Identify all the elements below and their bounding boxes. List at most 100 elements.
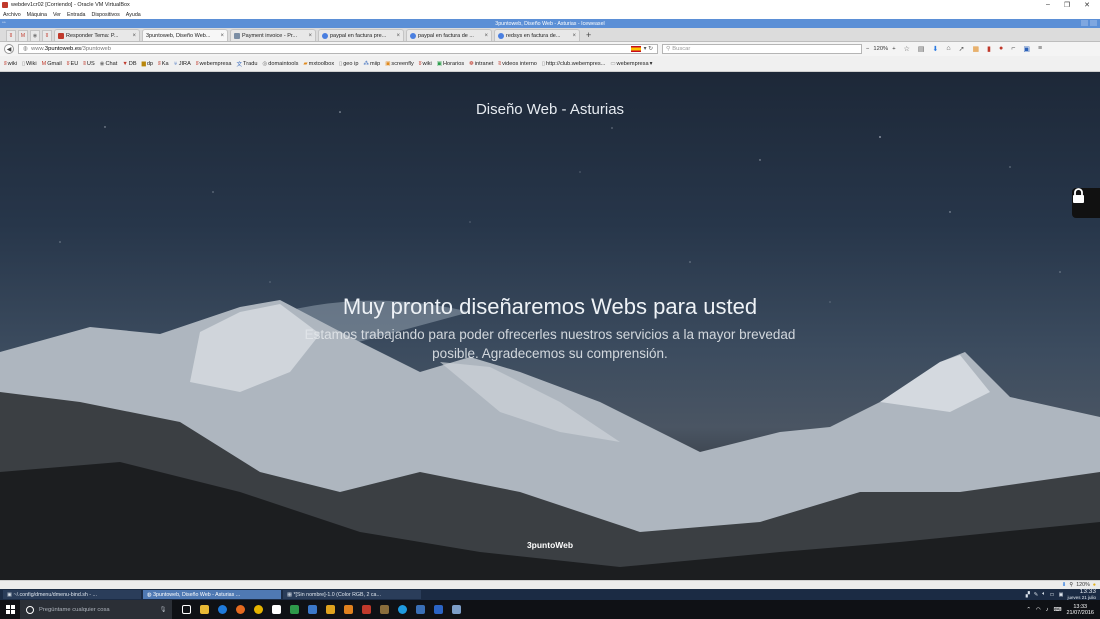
zoom-out-button[interactable]: − xyxy=(866,46,869,52)
close-tab-icon[interactable]: × xyxy=(396,33,400,39)
extension-icon[interactable]: ▦ xyxy=(973,45,980,53)
wifi-icon[interactable]: ◠ xyxy=(1036,607,1041,613)
bookmark-item[interactable]: ʬ webempresa xyxy=(196,61,232,67)
close-tab-icon[interactable]: × xyxy=(484,33,488,39)
plex-icon[interactable] xyxy=(326,605,335,614)
close-button[interactable]: ✕ xyxy=(1084,1,1090,9)
bookmark-item[interactable]: ▆ dp xyxy=(142,61,153,67)
tab-paypal-factura-de[interactable]: paypal en factura de ... × xyxy=(406,29,492,41)
back-button[interactable]: ◀ xyxy=(4,44,14,54)
gimp-icon[interactable] xyxy=(380,605,389,614)
tab-redsys-factura[interactable]: redsys en factura de... × xyxy=(494,29,580,41)
close-tab-icon[interactable]: × xyxy=(572,33,576,39)
pinned-tab-gmail[interactable]: M xyxy=(18,30,28,41)
store-icon[interactable] xyxy=(272,605,281,614)
bookmark-item[interactable]: 文 Tradu xyxy=(237,60,258,68)
task-browser[interactable]: ◍ 3puntoweb, Diseño Web - Asturias ... xyxy=(143,590,281,599)
bookmark-item[interactable]: ♅ JIRA xyxy=(174,61,191,67)
menu-icon[interactable]: ≡ xyxy=(1038,45,1042,53)
download-icon[interactable]: ⬇ xyxy=(1062,582,1066,588)
firefox-icon[interactable] xyxy=(236,605,245,614)
battery-icon[interactable]: ▭ xyxy=(1049,592,1054,598)
close-tab-icon[interactable]: × xyxy=(220,33,224,39)
menu-archivo[interactable]: Archivo xyxy=(3,12,21,18)
bookmark-item[interactable]: ▯ http://club.webempres... xyxy=(542,61,605,67)
bookmark-item[interactable]: ʬ wiki xyxy=(4,61,17,67)
tab-3puntoweb[interactable]: 3puntoweb, Diseño Web... × xyxy=(142,29,228,41)
sublime-icon[interactable] xyxy=(344,605,353,614)
bookmark-item[interactable]: ʬ Ka xyxy=(158,61,169,67)
new-tab-button[interactable]: + xyxy=(582,30,595,40)
menu-dispositivos[interactable]: Dispositivos xyxy=(92,12,120,18)
bookmark-folder[interactable]: ▭ webempresa ▾ xyxy=(610,61,652,67)
start-button[interactable] xyxy=(0,600,20,619)
pen-icon[interactable]: ✎ xyxy=(1034,592,1038,598)
url-bar[interactable]: ◍ www.3puntoweb.es/3puntoweb ▾ ↻ xyxy=(18,44,658,54)
bookmark-item[interactable]: ▰ mxtoolbox xyxy=(303,61,334,67)
login-button[interactable] xyxy=(1072,188,1100,218)
bookmark-item[interactable]: ʬ US xyxy=(83,61,94,67)
speaker-icon[interactable]: ♪ xyxy=(1046,607,1049,613)
filezilla-icon[interactable] xyxy=(362,605,371,614)
vmware-icon[interactable] xyxy=(452,605,461,614)
pinned-tab-webempresa-2[interactable]: ʬ xyxy=(42,30,52,41)
pinned-tab-webempresa[interactable]: ʬ xyxy=(6,30,16,41)
microphone-icon[interactable]: 🎙︎ xyxy=(160,607,172,613)
tray-expand-icon[interactable]: ⌃ xyxy=(1026,607,1031,613)
reload-icon[interactable]: ▾ ↻ xyxy=(644,46,653,52)
file-explorer-icon[interactable] xyxy=(200,605,209,614)
bookmark-item[interactable]: ʬ wiki xyxy=(419,61,432,67)
menu-maquina[interactable]: Máquina xyxy=(27,12,47,18)
home-icon[interactable]: ⌂ xyxy=(946,45,950,53)
keyboard-icon[interactable]: ⌨ xyxy=(1054,607,1062,613)
bookmark-item[interactable]: ▯ geo ip xyxy=(339,61,358,67)
extension-icon[interactable]: ▮ xyxy=(987,45,991,53)
tab-responder-tema[interactable]: Responder Tema: P... × xyxy=(54,29,140,41)
bookmark-item[interactable]: ʬ EU xyxy=(67,61,78,67)
browser-close-button[interactable] xyxy=(1090,20,1097,26)
browser-minimize-button[interactable] xyxy=(1081,20,1088,26)
task-dmenu[interactable]: ▣ ~/.config/dmenu/dmenu-bind.sh - ... xyxy=(3,590,141,599)
send-icon[interactable]: ➚ xyxy=(959,45,965,53)
bookmark-item[interactable]: M Gmail xyxy=(42,61,62,67)
minimize-button[interactable]: – xyxy=(1046,1,1050,9)
extension-icon[interactable]: ⌐ xyxy=(1011,45,1015,53)
display-icon[interactable]: ▣ xyxy=(1058,592,1063,598)
pinned-tab-chat[interactable]: ◉ xyxy=(30,30,40,41)
bookmark-star-icon[interactable]: ☆ xyxy=(904,45,910,53)
skype-icon[interactable] xyxy=(398,605,407,614)
files-icon[interactable] xyxy=(308,605,317,614)
virtualbox-icon[interactable] xyxy=(416,605,425,614)
chrome-icon[interactable] xyxy=(254,605,263,614)
search-bar[interactable]: ⚲ Buscar xyxy=(662,44,862,54)
maximize-button[interactable]: ❐ xyxy=(1064,1,1070,9)
close-tab-icon[interactable]: × xyxy=(308,33,312,39)
bookmark-item[interactable]: ▯ Wiki xyxy=(22,61,37,67)
app-icon[interactable] xyxy=(434,605,443,614)
network-icon[interactable]: ▞ xyxy=(1026,592,1030,598)
drive-icon[interactable] xyxy=(290,605,299,614)
bookmark-item[interactable]: ▣ Horarios xyxy=(437,61,464,67)
bookmark-item[interactable]: ʬ videos interno xyxy=(498,61,537,67)
window-menu-icon[interactable]: ▫▫ xyxy=(2,20,6,26)
bookmark-item[interactable]: ◎ domaintools xyxy=(262,61,298,67)
menu-entrada[interactable]: Entrada xyxy=(67,12,86,18)
bookmark-item[interactable]: ⁂ miip xyxy=(363,61,380,67)
download-icon[interactable]: ⬇ xyxy=(933,45,939,53)
zoom-level[interactable]: 120% xyxy=(873,46,888,52)
bookmark-item[interactable]: ◉ Chat xyxy=(100,61,118,67)
edge-icon[interactable] xyxy=(218,605,227,614)
bookmarks-list-icon[interactable]: ▤ xyxy=(918,45,925,53)
tab-payment-invoice[interactable]: Payment invoice - Pr... × xyxy=(230,29,316,41)
bookmark-item[interactable]: ▣ screenfly xyxy=(385,61,414,67)
zoom-in-button[interactable]: + xyxy=(892,46,895,52)
menu-ver[interactable]: Ver xyxy=(53,12,61,18)
bookmark-item[interactable]: ❁ intranet xyxy=(469,61,493,67)
bookmark-item[interactable]: ▼ DB xyxy=(122,61,136,67)
volume-icon[interactable]: 🔈︎ xyxy=(1042,591,1045,598)
tab-paypal-factura-pre[interactable]: paypal en factura pre... × xyxy=(318,29,404,41)
close-tab-icon[interactable]: × xyxy=(132,33,136,39)
extension-icon[interactable]: ▣ xyxy=(1023,45,1030,53)
cortana-search[interactable]: Pregúntame cualquier cosa 🎙︎ xyxy=(20,600,172,619)
task-gimp[interactable]: ▦ *[Sin nombre]-1.0 (Color RGB, 2 ca... xyxy=(283,590,421,599)
